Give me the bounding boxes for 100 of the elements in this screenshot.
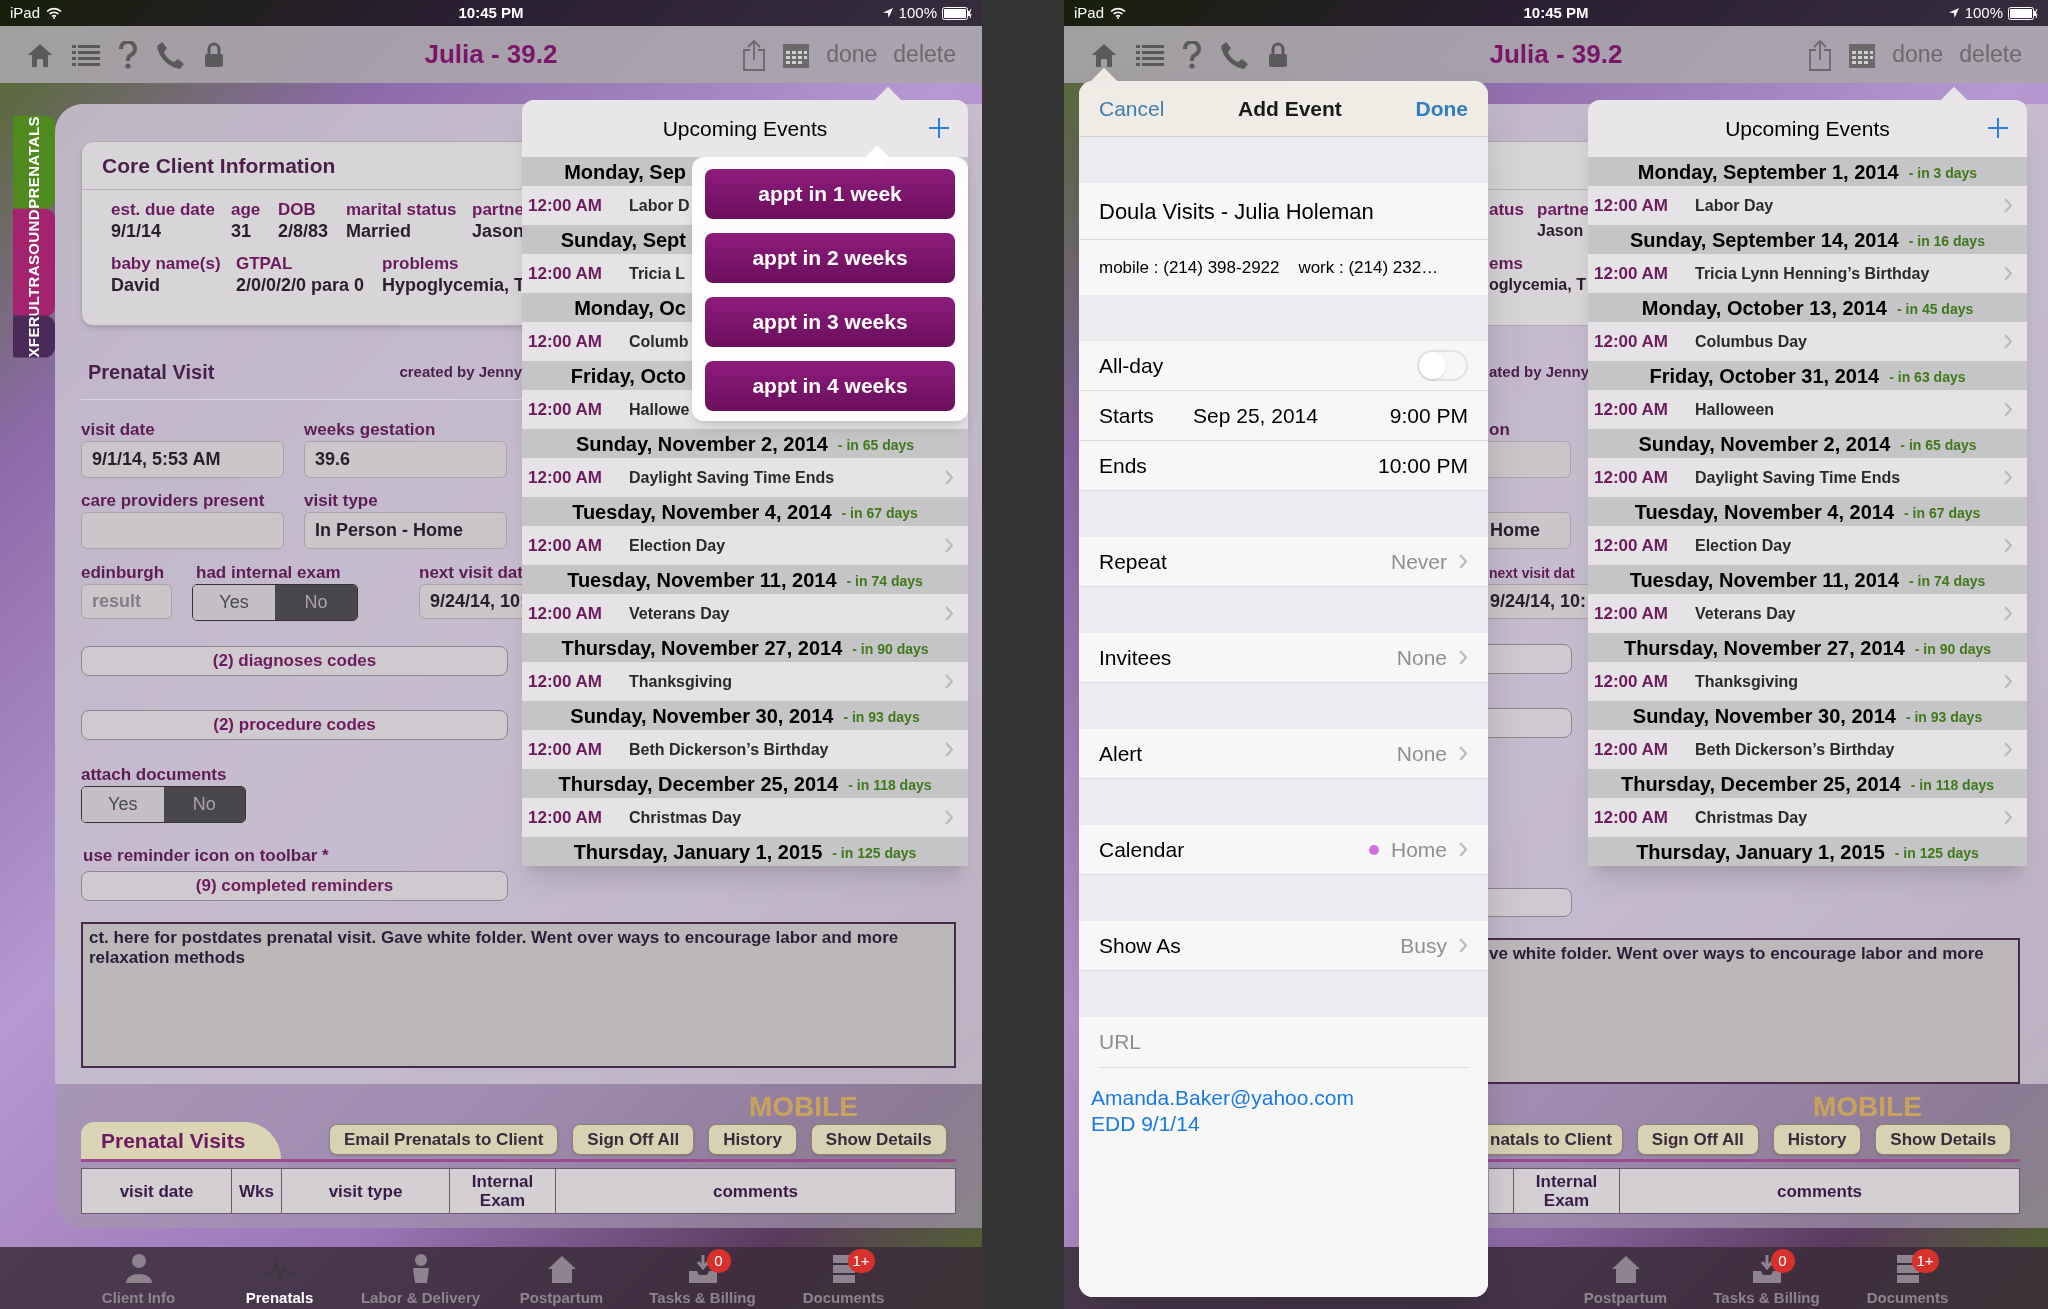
tab-bar-item[interactable]: 1+ Documents [773,1247,914,1309]
home-icon[interactable] [26,41,54,68]
phone-icon[interactable] [156,39,186,70]
event-row[interactable]: 12:00 AM Thanksgiving [522,662,968,701]
side-tab[interactable]: XFER [13,316,55,358]
event-row[interactable]: 12:00 AM Columbus Day [1588,322,2027,361]
event-row[interactable]: 12:00 AM Halloween [1588,390,2027,429]
author-label: created by Jenny [399,361,522,382]
list-icon[interactable] [72,43,100,66]
field-label: visit date [81,419,155,441]
form-row[interactable]: Invitees None [1079,633,1488,683]
form-row[interactable]: Repeat Never [1079,537,1488,587]
time-value[interactable]: 10:00 PM [1378,449,1468,482]
section-title: Prenatal Visit [88,360,215,385]
field-label: est. due date [111,200,215,220]
appointment-button[interactable]: appt in 4 weeks [705,361,955,411]
phone-icon[interactable] [1220,39,1250,70]
segmented-control[interactable]: Yes No [81,786,246,823]
date-value[interactable]: Sep 25, 2014 [1193,399,1390,432]
row-value: Home [1390,836,1447,863]
toolbar-button[interactable]: History [708,1124,797,1155]
field-label: edinburgh [81,562,165,584]
list-icon[interactable] [1136,43,1164,66]
title-field[interactable]: Doula Visits - Julia Holeman [1079,183,1488,239]
form-row[interactable]: Calendar Home [1079,825,1488,875]
event-row[interactable]: 12:00 AM Daylight Saving Time Ends [522,458,968,497]
notes-text-area[interactable]: ct. here for postdates prenatal visit. Gave white folder. Went over ways to encourage labor and more relaxation methods [81,922,956,1068]
event-row[interactable]: 12:00 AM Election Day [1588,526,2027,565]
appointment-button[interactable]: appt in 1 week [705,169,955,219]
appointment-button[interactable]: appt in 3 weeks [705,297,955,347]
tab-bar-item[interactable]: Prenatals [209,1247,350,1309]
lock-icon[interactable] [204,41,224,68]
toolbar-button[interactable]: History [1772,1124,1862,1155]
event-row[interactable]: 12:00 AM Beth Dickerson’s Birthday [1588,730,2027,769]
event-name: Labor Day [1695,195,1774,216]
side-tab[interactable]: PRENATALS [13,116,55,209]
reminders-button[interactable]: (9) completed reminders [81,871,508,901]
codes-button[interactable]: (2) procedure codes [81,710,508,740]
event-row[interactable]: 12:00 AM Christmas Day [522,798,968,837]
segmented-control[interactable]: Yes No [192,584,358,621]
segment[interactable]: Yes [82,787,164,822]
toggle-switch[interactable] [1417,350,1468,381]
location-field[interactable]: mobile : (214) 398-2922 work : (214) 232… [1079,239,1488,295]
event-row[interactable]: 12:00 AM Thanksgiving [1588,662,2027,701]
date-label: Tuesday, November 11, 2014 [567,567,837,593]
chevron-icon [945,810,954,825]
text-field[interactable]: In Person - Home [304,512,507,549]
date-label: Thursday, December 25, 2014 [1620,771,1901,797]
url-field[interactable]: URL [1079,1017,1488,1068]
add-icon[interactable] [928,117,950,139]
toolbar-button[interactable]: Show Details [1875,1124,2012,1155]
text-field[interactable]: 39.6 [304,441,507,478]
event-name: Halloween [1695,399,1775,420]
add-icon[interactable] [1987,117,2009,139]
text-field[interactable] [81,512,284,549]
help-icon[interactable] [118,40,138,69]
event-row[interactable]: 12:00 AM Tricia Lynn Henning’s Birthday [1588,254,2027,293]
tab-bar-item[interactable]: 1+ Documents [1837,1247,1978,1309]
days-until-label: - in 65 days [837,435,915,455]
event-row[interactable]: 12:00 AM Christmas Day [1588,798,2027,837]
chevron-icon [2004,742,2013,757]
battery-icon [942,6,972,20]
battery-label: 100% [898,2,937,23]
logo-text: MOBILE [749,1092,858,1122]
text-field[interactable]: 9/1/14, 5:53 AM [81,441,284,478]
toolbar-button[interactable]: Sign Off All [1636,1124,1759,1155]
toolbar-button[interactable]: Sign Off All [572,1124,695,1155]
days-until-label: - in 45 days [1897,299,1974,319]
event-row[interactable]: 12:00 AM Beth Dickerson’s Birthday [522,730,968,769]
segment[interactable]: No [163,787,245,822]
share-icon[interactable] [742,38,767,71]
time-value[interactable]: 9:00 PM [1389,399,1468,432]
event-row[interactable]: 12:00 AM Veterans Day [1588,594,2027,633]
date-label: Monday, September 1, 2014 [1637,159,1899,185]
segment[interactable]: Yes [193,585,275,620]
event-name: Labor D [629,195,690,216]
column-header: Wks [232,1168,282,1214]
toolbar-button[interactable]: Show Details [810,1124,947,1155]
event-row[interactable]: 12:00 AM Daylight Saving Time Ends [1588,458,2027,497]
cancel-button[interactable]: Cancel [1099,92,1165,125]
chevron-icon [2004,470,2013,485]
share-icon[interactable] [1808,38,1833,71]
appointment-button[interactable]: appt in 2 weeks [705,233,955,283]
text-field[interactable]: result [81,584,172,619]
segment[interactable]: No [275,585,357,620]
event-time: 12:00 AM [528,466,603,489]
event-row[interactable]: 12:00 AM Veterans Day [522,594,968,633]
tab-bar-item[interactable]: 0 Tasks & Billing [1696,1247,1837,1309]
event-row[interactable]: 12:00 AM Election Day [522,526,968,565]
form-row[interactable]: Alert None [1079,729,1488,779]
toolbar-button[interactable]: Email Prenatals to Client [329,1124,559,1155]
codes-button[interactable]: (2) diagnoses codes [81,646,508,676]
done-button[interactable]: Done [1415,92,1468,125]
form-row[interactable]: Show As Busy [1079,921,1488,971]
lock-icon[interactable] [1268,41,1288,68]
home-icon[interactable] [1090,41,1118,68]
side-tab[interactable]: ULTRASOUND [13,208,55,317]
event-row[interactable]: 12:00 AM Labor Day [1588,186,2027,225]
help-icon[interactable] [1182,40,1202,69]
tab-bar-item[interactable]: 0 Tasks & Billing [632,1247,773,1309]
